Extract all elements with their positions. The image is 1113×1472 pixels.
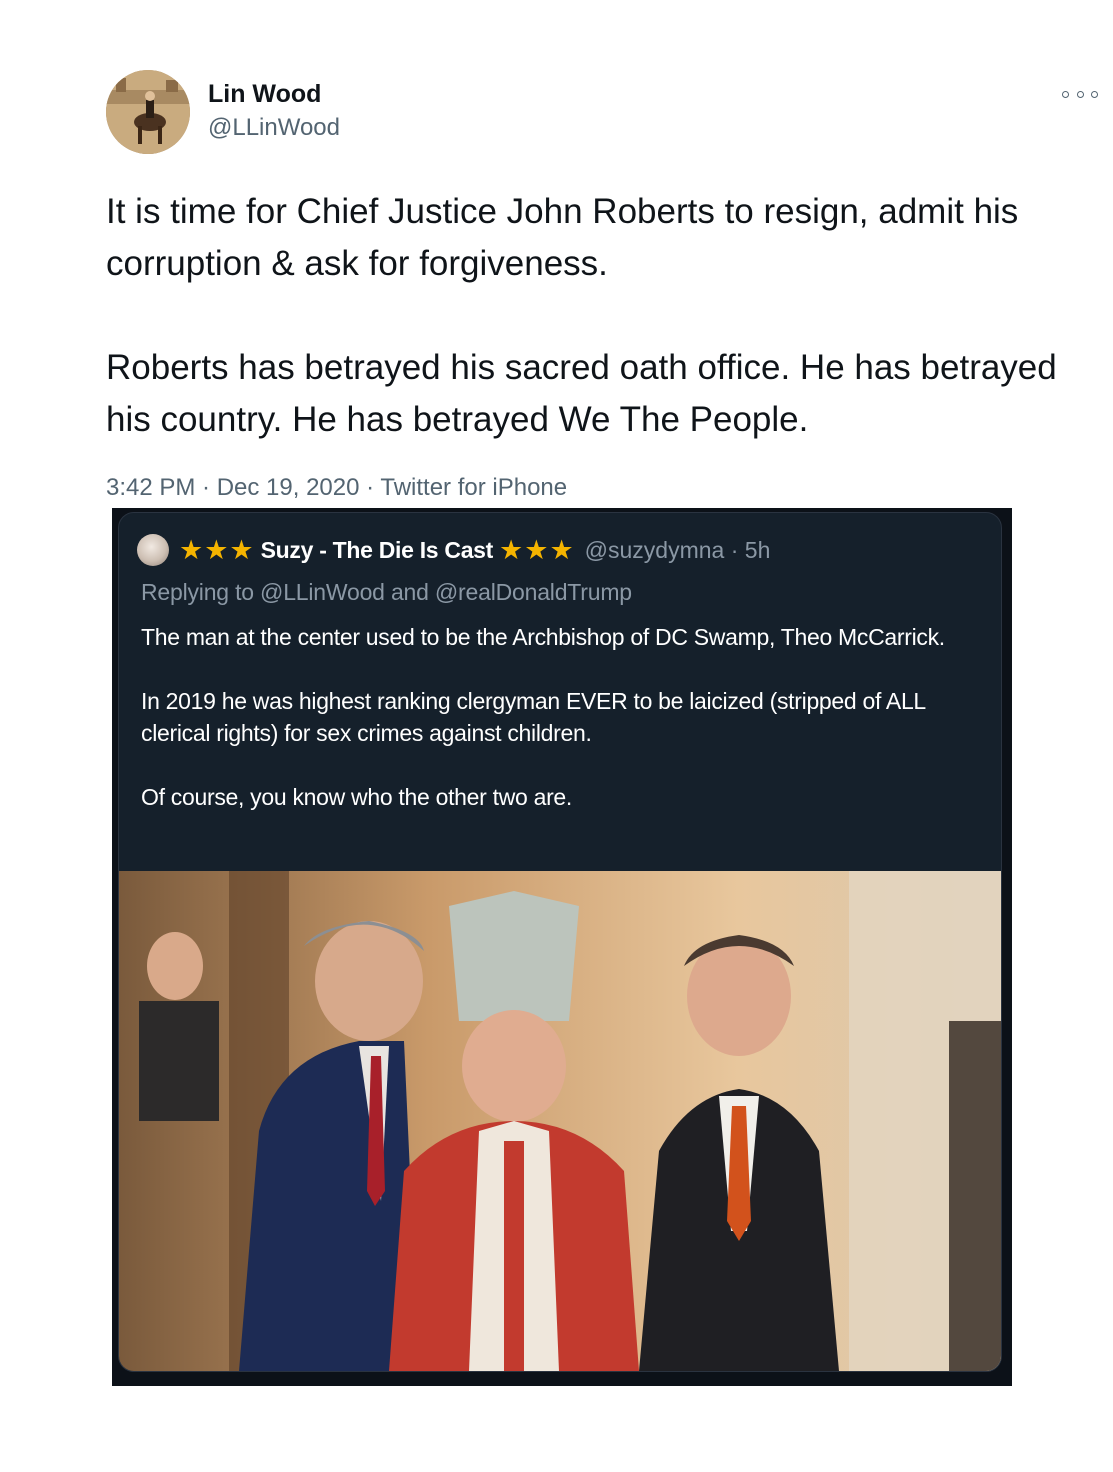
embedded-replying-to: Replying to @LLinWood and @realDonaldTru… xyxy=(141,579,632,605)
attached-image[interactable]: ★★★ Suzy - The Die Is Cast ★★★ @suzydymn… xyxy=(112,508,1012,1386)
more-dot xyxy=(1076,90,1084,98)
horse-rider-icon xyxy=(106,70,190,154)
embedded-display-name: Suzy - The Die Is Cast xyxy=(260,536,494,563)
tweet-text: It is time for Chief Justice John Robert… xyxy=(106,186,1096,446)
more-dot xyxy=(1062,90,1069,98)
more-dot xyxy=(1091,90,1098,98)
embedded-photo xyxy=(119,871,1001,1371)
embedded-paragraph: In 2019 he was highest ranking clergyman… xyxy=(141,688,926,746)
embedded-avatar xyxy=(137,534,169,566)
tweet-paragraph: Roberts has betrayed his sacred oath off… xyxy=(106,348,1057,439)
embedded-paragraph: The man at the center used to be the Arc… xyxy=(141,624,945,650)
embedded-handle-time: @suzydymna · 5h xyxy=(584,536,771,563)
three-men-photo xyxy=(119,871,1001,1371)
author-handle[interactable]: @LLinWood xyxy=(208,114,340,142)
star-icons: ★★★ xyxy=(179,534,255,565)
author-name[interactable]: Lin Wood xyxy=(208,80,321,109)
author-avatar[interactable] xyxy=(106,70,190,154)
tweet-paragraph: It is time for Chief Justice John Robert… xyxy=(106,192,1019,283)
embedded-tweet-card: ★★★ Suzy - The Die Is Cast ★★★ @suzydymn… xyxy=(118,512,1002,1372)
embedded-tweet-header: ★★★ Suzy - The Die Is Cast ★★★ @suzydymn… xyxy=(137,534,991,566)
more-icon[interactable] xyxy=(1062,84,1098,104)
embedded-paragraph: Of course, you know who the other two ar… xyxy=(141,784,573,810)
embedded-tweet-text: The man at the center used to be the Arc… xyxy=(141,621,981,813)
tweet-timestamp[interactable]: 3:42 PM · Dec 19, 2020 · Twitter for iPh… xyxy=(106,474,567,502)
star-icons: ★★★ xyxy=(499,534,575,565)
